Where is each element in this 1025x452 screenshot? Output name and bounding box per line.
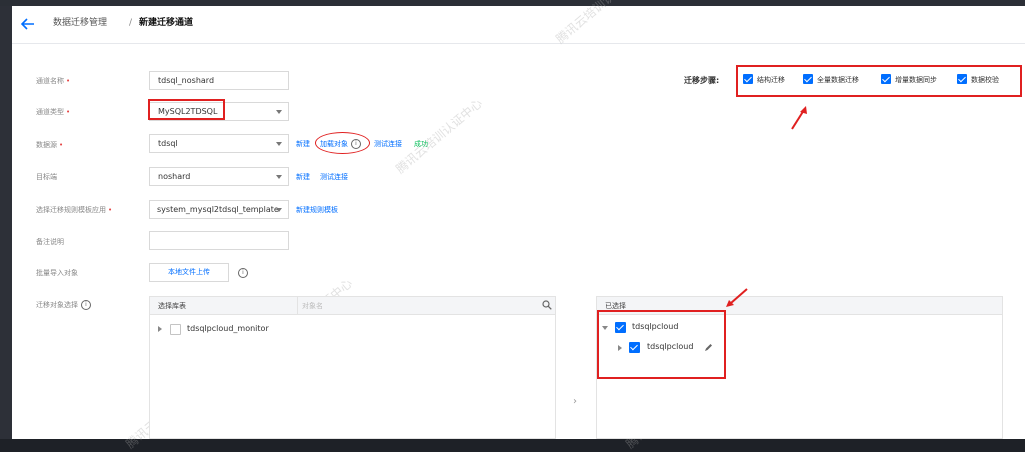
remark-input[interactable] <box>149 231 289 250</box>
target-select[interactable]: noshard <box>149 167 289 186</box>
channel-name-label: 通道名称 • <box>36 77 71 85</box>
source-new-link[interactable]: 新建 <box>296 139 310 149</box>
source-objects-panel-header: 选择库表 对象名 <box>150 297 555 315</box>
connection-status: 成功 <box>414 140 428 148</box>
expand-arrow-icon[interactable] <box>158 326 162 332</box>
search-icon[interactable] <box>542 300 552 310</box>
breadcrumb-parent[interactable]: 数据迁移管理 <box>53 17 107 30</box>
channel-name-input[interactable]: tdsql_noshard <box>149 71 289 90</box>
annotation-box-steps <box>736 65 1022 97</box>
page-header: 数据迁移管理 / 新建迁移通道 <box>12 6 1025 44</box>
annotation-box-channel-type <box>148 99 225 120</box>
left-dark-strip <box>0 6 12 439</box>
target-value: noshard <box>158 172 191 181</box>
channel-type-label: 通道类型 • <box>36 108 71 116</box>
chevron-down-icon <box>276 142 282 146</box>
source-objects-panel: 选择库表 对象名 tdsqlpcloud_monitor <box>149 296 556 439</box>
annotation-box-selected <box>597 310 726 379</box>
source-value: tdsql <box>158 139 178 148</box>
template-label: 选择迁移规则模板应用 • <box>36 206 113 214</box>
info-icon[interactable]: i <box>81 300 91 310</box>
transfer-right-icon[interactable]: › <box>573 396 577 407</box>
new-rule-template-link[interactable]: 新建规则模板 <box>296 205 338 215</box>
source-label: 数据源 • <box>36 141 64 149</box>
checkbox-unchecked-icon[interactable] <box>170 324 181 335</box>
object-search-placeholder: 对象名 <box>302 302 323 310</box>
migration-steps-label: 迁移步骤: <box>684 76 720 85</box>
source-objects-title: 选择库表 <box>158 302 186 310</box>
watermark: 腾讯云培训认证中心 <box>393 96 486 177</box>
info-icon[interactable]: i <box>238 268 248 278</box>
template-select[interactable]: system_mysql2tdsql_template <box>149 200 289 219</box>
chevron-down-icon <box>276 208 282 212</box>
target-new-link[interactable]: 新建 <box>296 172 310 182</box>
target-label: 目标端 <box>36 173 57 181</box>
source-select[interactable]: tdsql <box>149 134 289 153</box>
chevron-down-icon <box>276 110 282 114</box>
batch-import-label: 批量导入对象 <box>36 269 78 277</box>
target-test-connection-link[interactable]: 测试连接 <box>320 172 348 182</box>
chevron-down-icon <box>276 175 282 179</box>
page-title: 新建迁移通道 <box>139 18 194 28</box>
template-value: system_mysql2tdsql_template <box>157 205 279 214</box>
tree-item-tdsqlpcloud-monitor[interactable]: tdsqlpcloud_monitor <box>187 323 269 335</box>
source-test-connection-link[interactable]: 测试连接 <box>374 139 402 149</box>
remark-label: 备注说明 <box>36 238 64 246</box>
annotation-ellipse-load <box>315 132 370 154</box>
back-arrow-icon[interactable] <box>21 18 35 30</box>
local-file-upload-button[interactable]: 本地文件上传 <box>149 263 229 282</box>
annotation-arrow-icon <box>726 288 748 307</box>
breadcrumb-separator: / <box>129 18 133 28</box>
object-search-input[interactable]: 对象名 <box>297 297 556 314</box>
object-select-label: 迁移对象选择 i <box>36 300 91 310</box>
annotation-arrow-icon <box>791 106 807 130</box>
form-content: 腾讯云培训认证中心 腾讯云培训认证中心 腾讯云培训认证中心 腾讯云培训认证中心 … <box>12 0 1025 451</box>
